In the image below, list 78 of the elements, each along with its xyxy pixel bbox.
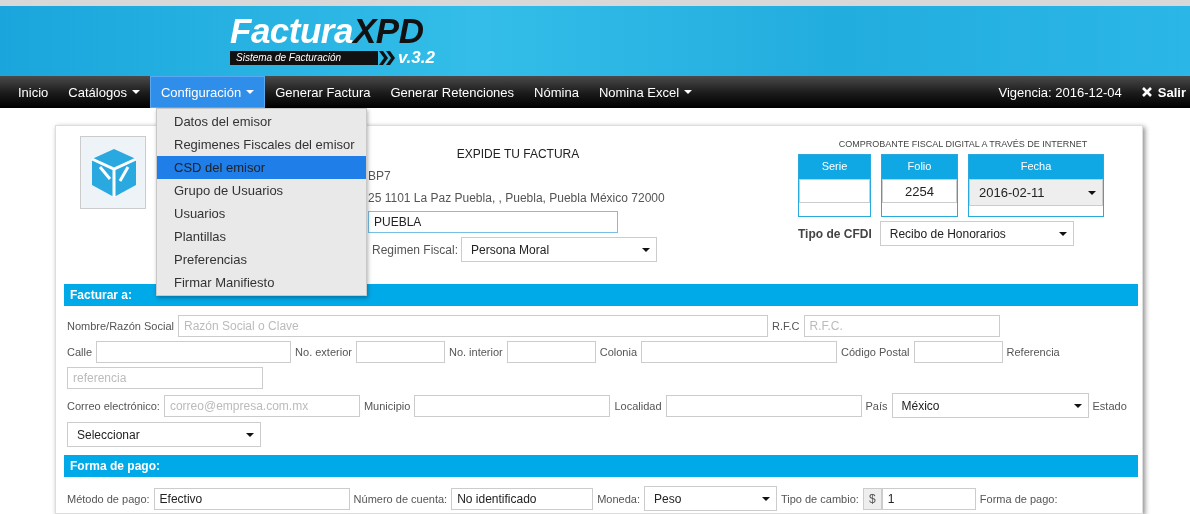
chevron-icon <box>378 49 396 67</box>
menu-item[interactable]: Datos del emisor <box>157 110 366 133</box>
field-label: Nombre/Razón Social <box>67 320 174 332</box>
select-field[interactable]: Peso <box>643 486 777 511</box>
field-label: Colonia <box>599 346 638 358</box>
field-label: Referencia <box>1006 346 1060 358</box>
column-header: Folio <box>882 155 957 179</box>
field-label: No. interior <box>448 346 503 358</box>
column-header: Fecha <box>969 155 1103 179</box>
input-field[interactable]: R.F.C. <box>803 315 1000 337</box>
nav-item[interactable]: Generar Factura <box>265 76 381 108</box>
caret-icon <box>1073 403 1082 408</box>
input-field[interactable]: Efectivo <box>153 487 350 510</box>
address-text: 25 1101 La Paz Puebla, , Puebla, Puebla México 72000 <box>368 191 666 205</box>
select-field[interactable]: Persona Moral <box>461 237 658 262</box>
field-label: Localidad <box>614 399 662 412</box>
brand-logo: FacturaXPD <box>230 12 424 50</box>
select-field[interactable]: Recibo de Honorarios <box>879 221 1074 246</box>
field-label: Moneda: <box>597 492 640 505</box>
input-field[interactable]: 1 <box>881 487 976 510</box>
field-label: Correo electrónico: <box>67 399 160 412</box>
select-field[interactable]: México <box>891 393 1089 418</box>
select-field[interactable]: Seleccionar <box>67 422 261 447</box>
logout-link[interactable]: Salir <box>1141 84 1186 100</box>
input-field[interactable] <box>799 179 870 203</box>
input-field[interactable] <box>641 341 838 363</box>
menu-item[interactable]: Preferencias <box>157 248 366 271</box>
caret-icon <box>1058 231 1067 236</box>
section-header: Forma de pago: <box>64 455 1138 477</box>
nav-item[interactable]: Inicio <box>8 76 59 108</box>
input-field[interactable] <box>96 341 292 363</box>
input-field[interactable]: correo@empresa.com.mx <box>163 394 360 417</box>
form-heading: EXPIDE TU FACTURA <box>455 147 581 161</box>
caret-icon <box>246 432 254 437</box>
field-label: Tipo de CFDI <box>798 226 872 241</box>
menu-item[interactable]: Usuarios <box>157 202 366 225</box>
nav-item[interactable]: Catálogos <box>58 76 150 108</box>
close-icon <box>1141 87 1152 97</box>
section-title: COMPROBANTE FISCAL DIGITAL A TRAVÉS DE INTERNET <box>837 139 1089 149</box>
field-label: Número de cuenta: <box>353 492 448 505</box>
field-label: Código Postal <box>841 346 910 358</box>
menu-item[interactable]: CSD del emisor <box>157 156 366 179</box>
field-label: Tipo de cambio: <box>780 492 859 505</box>
expiry-date: Vigencia: 2016-12-04 <box>998 84 1122 100</box>
field-label: Municipio <box>363 399 411 412</box>
field-label: No. exterior <box>295 346 352 358</box>
nav-item[interactable]: Nomina Excel <box>588 76 703 108</box>
menu-item[interactable]: Regimenes Fiscales del emisor <box>157 133 366 156</box>
input-field[interactable] <box>506 341 596 363</box>
field-label: País <box>865 399 888 412</box>
input-field[interactable]: 2254 <box>882 179 957 203</box>
input-field[interactable]: Razón Social o Clave <box>178 315 768 337</box>
input-field[interactable] <box>665 394 862 417</box>
nav-item[interactable]: Nómina <box>524 76 589 108</box>
caret-icon <box>642 247 651 252</box>
field-label: Forma de pago: <box>979 492 1058 505</box>
column-header: Serie <box>799 155 870 179</box>
address-text: BP7 <box>368 169 392 183</box>
input-field[interactable]: referencia <box>67 367 263 389</box>
input-field[interactable] <box>414 394 611 417</box>
input-field[interactable] <box>355 341 445 363</box>
field-label: Método de pago: <box>67 492 150 505</box>
nav-item[interactable]: Generar Retenciones <box>380 76 525 108</box>
field-label: Regimen Fiscal: <box>372 242 459 257</box>
caret-icon <box>761 496 770 501</box>
field-label: R.F.C <box>772 320 800 332</box>
input-field[interactable]: No identificado <box>451 487 594 510</box>
input-field[interactable] <box>913 341 1003 363</box>
field-label: Calle <box>67 346 93 358</box>
menu-item[interactable]: Plantillas <box>157 225 366 248</box>
tagline: Sistema de Facturación <box>230 51 378 65</box>
select-field[interactable]: 2016-02-11 <box>969 179 1103 206</box>
version-label: v.3.2 <box>398 48 435 68</box>
field-label: Estado <box>1092 399 1127 412</box>
currency-addon: $ <box>862 487 882 510</box>
menu-item[interactable]: Grupo de Usuarios <box>157 179 366 202</box>
input-field[interactable]: PUEBLA <box>368 211 618 233</box>
caret-icon <box>1088 190 1096 195</box>
